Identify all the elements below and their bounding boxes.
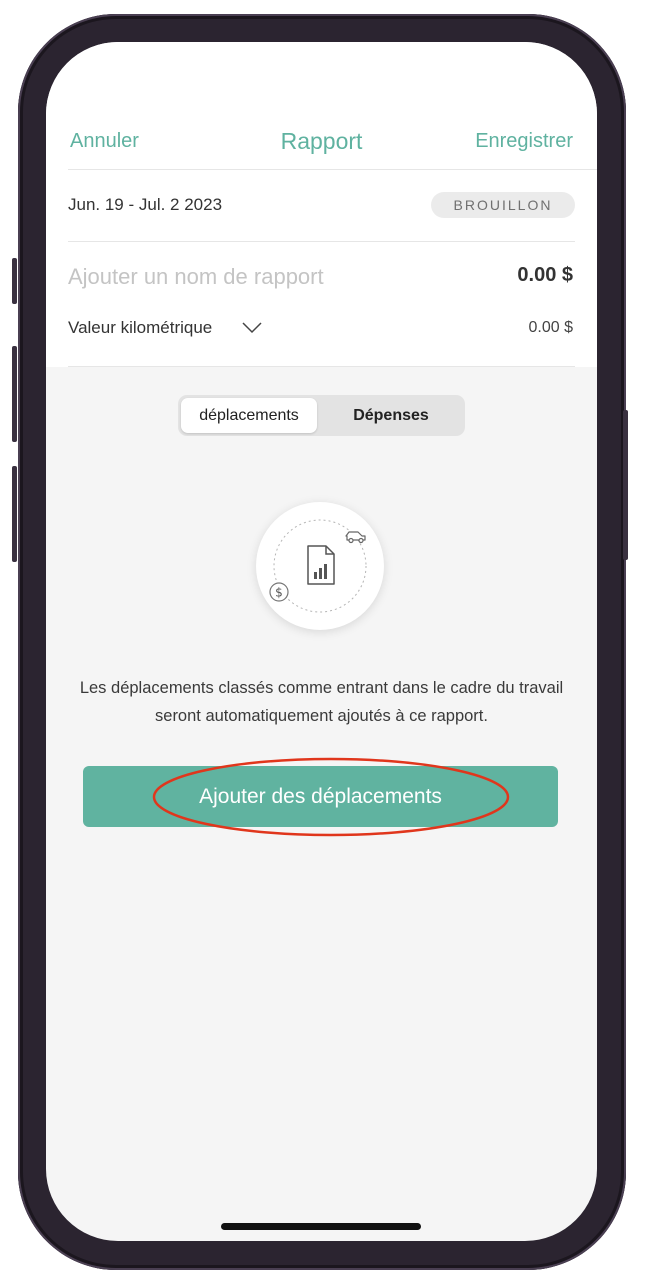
mileage-rate-dropdown[interactable]: Valeur kilométrique: [68, 318, 212, 338]
action-button: [12, 258, 17, 304]
chevron-down-icon[interactable]: [242, 322, 262, 334]
status-badge: BROUILLON: [431, 192, 575, 218]
report-name-input[interactable]: Ajouter un nom de rapport: [68, 264, 324, 290]
segmented-control: déplacements Dépenses: [178, 395, 465, 436]
home-indicator: [221, 1223, 421, 1230]
empty-state-illustration: $: [256, 502, 384, 630]
screen: Annuler Rapport Enregistrer Jun. 19 - Ju…: [46, 42, 597, 1241]
document-chart-icon: [307, 545, 335, 585]
tab-deplacements[interactable]: déplacements: [181, 398, 317, 433]
volume-down-button: [12, 466, 17, 562]
navigation-bar: Annuler Rapport Enregistrer: [46, 120, 597, 170]
dollar-icon: $: [269, 582, 289, 602]
date-divider: [68, 241, 575, 242]
mileage-divider: [68, 366, 575, 367]
report-date-range[interactable]: Jun. 19 - Jul. 2 2023: [68, 195, 222, 215]
orbit-illustration-icon: $: [269, 519, 367, 613]
volume-up-button: [12, 346, 17, 442]
empty-state-message: Les déplacements classés comme entrant d…: [79, 679, 564, 725]
nav-divider: [68, 169, 597, 170]
power-button: [623, 410, 628, 560]
car-icon: [345, 531, 366, 544]
svg-text:$: $: [275, 586, 283, 600]
add-trips-button[interactable]: Ajouter des déplacements: [83, 766, 558, 827]
tab-depenses[interactable]: Dépenses: [320, 398, 462, 433]
mileage-value: 0.00 $: [528, 319, 573, 336]
save-button[interactable]: Enregistrer: [475, 130, 573, 153]
report-total: 0.00 $: [517, 264, 573, 286]
report-header-sheet: Annuler Rapport Enregistrer Jun. 19 - Ju…: [46, 42, 597, 367]
